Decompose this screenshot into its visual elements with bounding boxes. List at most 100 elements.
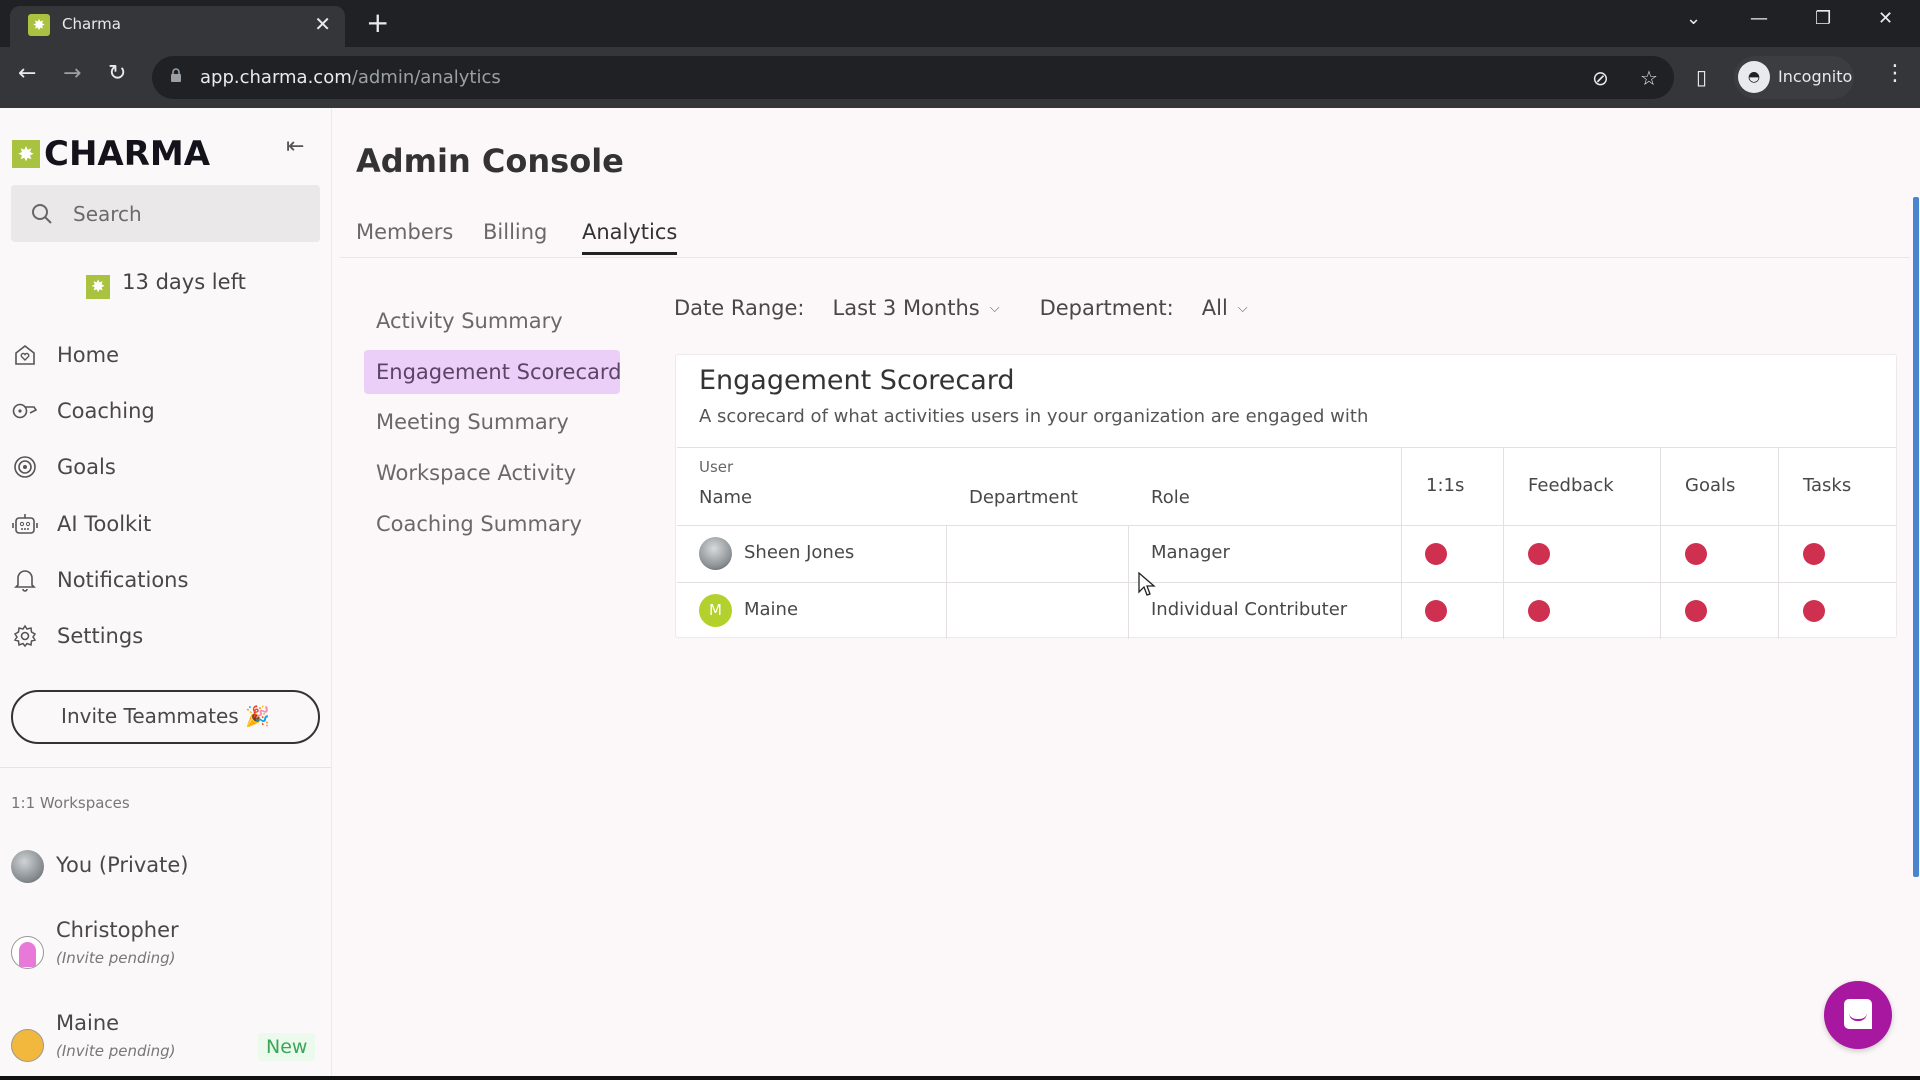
sidebar-item-label: Settings [57,624,144,648]
invite-pending-label: (Invite pending) [56,949,176,967]
screen-bottom-edge [0,1076,1920,1080]
workspace-name: You (Private) [56,853,189,877]
workspace-item-you-private[interactable]: You (Private) [11,848,321,888]
sidebar-item-goals[interactable]: Goals [12,447,312,487]
invite-teammates-button[interactable]: Invite Teammates 🎉 [11,690,320,744]
workspaces-heading: 1:1 Workspaces [11,794,130,812]
column-header-one-on-ones[interactable]: 1:1s [1426,475,1464,496]
sidebar-item-label: Coaching [57,399,155,423]
status-dot-one-on-ones [1425,600,1447,622]
sidebar-item-label: AI Toolkit [57,512,152,536]
back-arrow-icon[interactable]: ← [18,61,36,86]
mouse-cursor-icon [1138,572,1156,596]
page-scrollbar[interactable] [1913,197,1919,877]
avatar [11,1029,44,1062]
user-role: Individual Contributer [1151,599,1348,620]
chat-bubble-icon [1844,999,1872,1029]
trial-days-left[interactable]: ✸ 13 days left [0,270,332,299]
new-badge: New [258,1033,316,1061]
tab-search-chevron-icon[interactable]: ⌄ [1686,8,1701,29]
date-range-select[interactable]: Last 3 Months ⌵ [833,296,1000,320]
sidebar-item-home[interactable]: Home [12,335,312,375]
engagement-scorecard-card: Engagement Scorecard A scorecard of what… [675,354,1897,639]
sidebar: ✸ CHARMA ⇤ Search ✸ 13 days left Home Coa… [0,108,332,1080]
tabs-divider [340,257,1910,258]
charma-favicon-icon: ✸ [28,14,50,36]
tab-billing[interactable]: Billing [483,220,547,252]
robot-icon [12,511,38,537]
new-tab-button[interactable]: + [366,6,389,40]
minimize-window-icon[interactable]: — [1750,8,1768,29]
sidebar-item-ai-toolkit[interactable]: AI Toolkit [12,504,312,544]
user-name[interactable]: Sheen Jones [744,542,854,563]
sidebar-item-label: Home [57,343,120,367]
row-divider [677,582,1896,583]
column-header-role[interactable]: Role [1151,487,1190,508]
column-header-name[interactable]: Name [699,487,752,508]
scorecard-table: User Name Department Role 1:1s Feedback … [677,447,1896,639]
support-chat-button[interactable] [1824,981,1892,1049]
close-window-icon[interactable]: ✕ [1878,8,1893,29]
sidebar-item-label: Goals [57,455,116,479]
trial-text: 13 days left [122,270,246,294]
charma-logo-mark-icon: ✸ [12,140,40,168]
column-header-feedback[interactable]: Feedback [1528,475,1614,496]
invite-pending-label: (Invite pending) [56,1042,176,1060]
incognito-profile[interactable]: ◓ Incognito [1734,56,1854,99]
department-select[interactable]: All ⌵ [1202,296,1248,320]
url-text: app.charma.com/admin/analytics [200,67,501,88]
avatar [699,537,732,570]
address-bar[interactable]: app.charma.com/admin/analytics ⊘ ☆ [152,56,1674,99]
workspace-item-maine[interactable]: Maine (Invite pending) New [11,1011,321,1071]
status-dot-one-on-ones [1425,543,1447,565]
reload-icon[interactable]: ↻ [108,61,126,86]
charma-logo[interactable]: ✸ CHARMA [12,134,210,174]
subnav-engagement-scorecard[interactable]: Engagement Scorecard [364,350,621,394]
whistle-icon [12,398,38,424]
user-name[interactable]: Maine [744,599,798,620]
side-panel-icon[interactable]: ▯ [1696,65,1707,89]
browser-menu-icon[interactable]: ⋮ [1884,61,1906,86]
workspace-name: Christopher [56,918,179,942]
lock-icon [171,68,181,82]
browser-tab-strip: ✸ Charma ✕ + ⌄ — ❐ ✕ [0,0,1920,47]
browser-tab-title: Charma [62,15,121,33]
column-header-department[interactable]: Department [969,487,1078,508]
search-icon [32,204,52,224]
subnav-meeting-summary[interactable]: Meeting Summary [364,400,581,444]
target-icon [12,454,38,480]
user-role: Manager [1151,542,1230,563]
search-placeholder: Search [73,202,142,226]
close-tab-icon[interactable]: ✕ [314,12,331,36]
restore-window-icon[interactable]: ❐ [1815,8,1831,29]
status-dot-feedback [1528,600,1550,622]
sidebar-item-notifications[interactable]: Notifications [12,560,312,600]
collapse-sidebar-icon[interactable]: ⇤ [286,134,304,159]
tab-analytics[interactable]: Analytics [582,220,678,255]
sidebar-item-settings[interactable]: Settings [12,616,312,656]
tracking-blocked-eye-icon[interactable]: ⊘ [1592,66,1609,90]
status-dot-goals [1685,543,1707,565]
chevron-down-icon: ⌵ [1237,301,1248,316]
subnav-coaching-summary[interactable]: Coaching Summary [364,502,594,546]
forward-arrow-icon[interactable]: → [63,61,81,86]
bookmark-star-icon[interactable]: ☆ [1640,66,1658,90]
subnav-activity-summary[interactable]: Activity Summary [364,299,575,343]
avatar [11,850,44,883]
charma-star-icon: ✸ [86,275,111,299]
brand-name: CHARMA [44,134,211,174]
browser-tab[interactable]: ✸ Charma ✕ [10,6,345,47]
page-title: Admin Console [356,142,624,180]
avatar: M [699,594,732,627]
sidebar-item-label: Notifications [57,568,189,592]
search-input[interactable]: Search [11,185,320,242]
column-header-tasks[interactable]: Tasks [1803,475,1851,496]
sidebar-item-coaching[interactable]: Coaching [12,391,312,431]
column-header-goals[interactable]: Goals [1685,475,1735,496]
subnav-workspace-activity[interactable]: Workspace Activity [364,451,588,495]
scorecard-title: Engagement Scorecard [699,365,1015,396]
workspace-item-christopher[interactable]: Christopher (Invite pending) [11,918,321,978]
tab-members[interactable]: Members [356,220,453,252]
status-dot-tasks [1803,543,1825,565]
date-range-label: Date Range: [674,296,805,320]
